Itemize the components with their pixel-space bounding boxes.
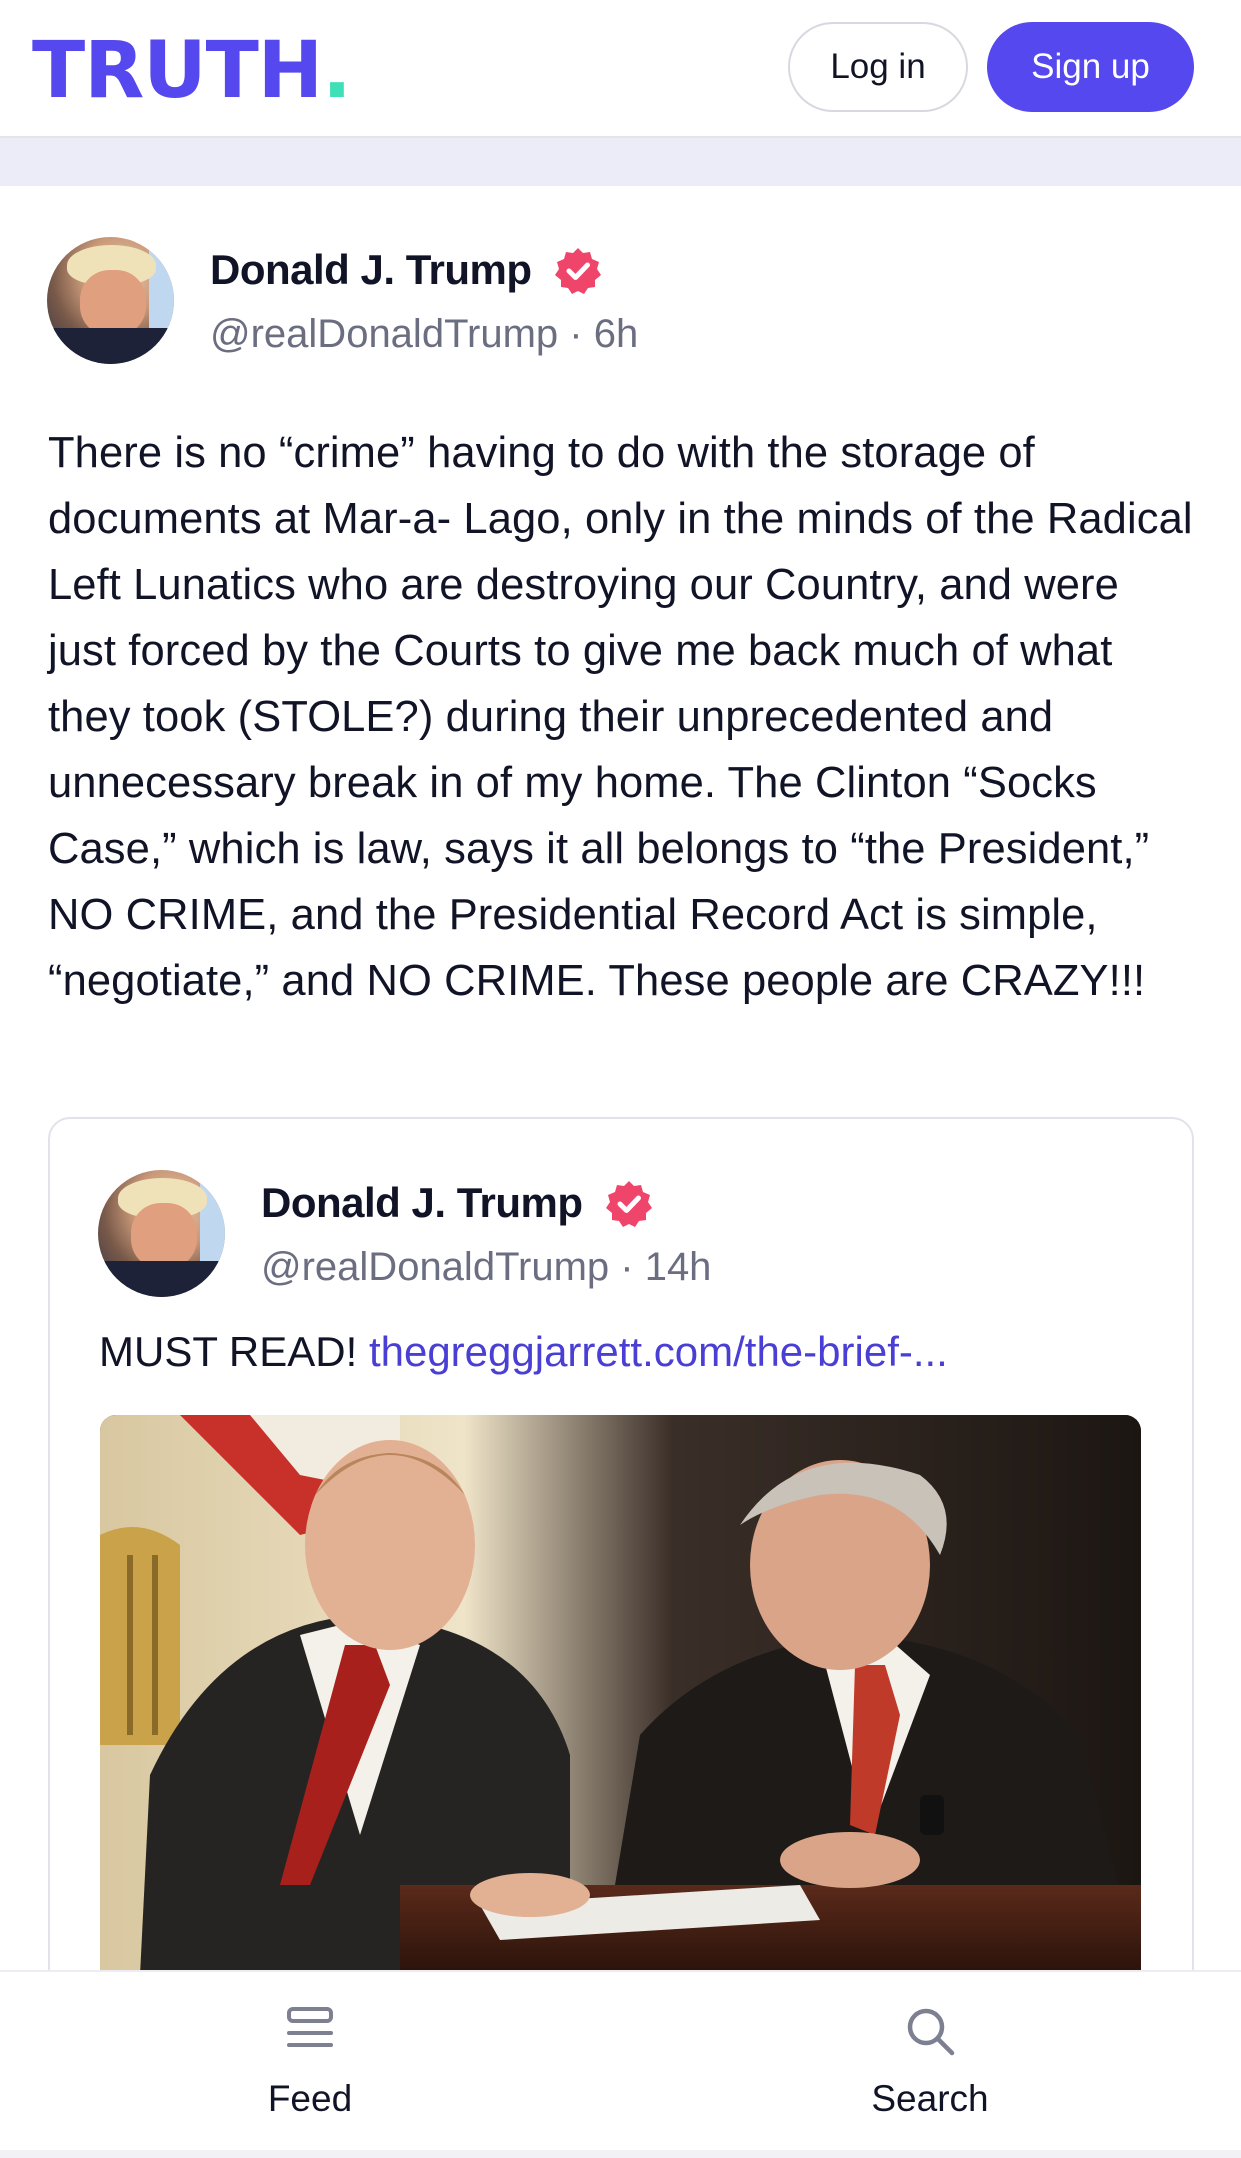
logo-dot: . [322,26,352,116]
quoted-author-name[interactable]: Donald J. Trump [261,1179,583,1227]
author-name[interactable]: Donald J. Trump [210,246,532,294]
quoted-author-avatar[interactable] [98,1170,225,1297]
nav-feed-label: Feed [267,2078,353,2119]
verified-badge-icon [555,248,601,294]
quoted-post-link[interactable]: thegreggjarrett.com/the-brief-... [369,1328,948,1375]
logo-text: TRUTH [32,26,323,116]
top-bar: TRUTH. Log in Sign up [0,0,1241,138]
nav-search[interactable]: Search [840,1972,1020,2158]
signup-button[interactable]: Sign up [987,22,1194,112]
search-icon [907,2008,955,2056]
header-spacer-bar [0,138,1241,186]
quoted-author-handle: @realDonaldTrump · 14h [261,1245,712,1289]
photo-illustration [100,1415,1141,1975]
quoted-post-text: MUST READ! thegreggjarrett.com/the-brief… [99,1328,1159,1376]
bottom-navigation: Feed Search [0,1970,1241,2158]
post-text: There is no “crime” having to do with th… [48,429,1193,1005]
feed-icon [287,2007,333,2047]
nav-feed[interactable]: Feed [220,1972,400,2158]
home-indicator-bar [0,2150,1241,2158]
author-avatar[interactable] [47,237,174,364]
login-button[interactable]: Log in [788,22,968,112]
nav-search-label: Search [871,2078,989,2119]
quoted-post-image[interactable] [100,1415,1141,1975]
truth-social-app: TRUTH. Log in Sign up Donald J. Trump @r… [0,0,1241,2158]
quoted-post-prefix: MUST READ! [99,1328,369,1375]
author-handle: @realDonaldTrump · 6h [210,312,639,356]
verified-badge-icon [606,1181,652,1227]
truth-logo[interactable]: TRUTH. [32,26,352,116]
